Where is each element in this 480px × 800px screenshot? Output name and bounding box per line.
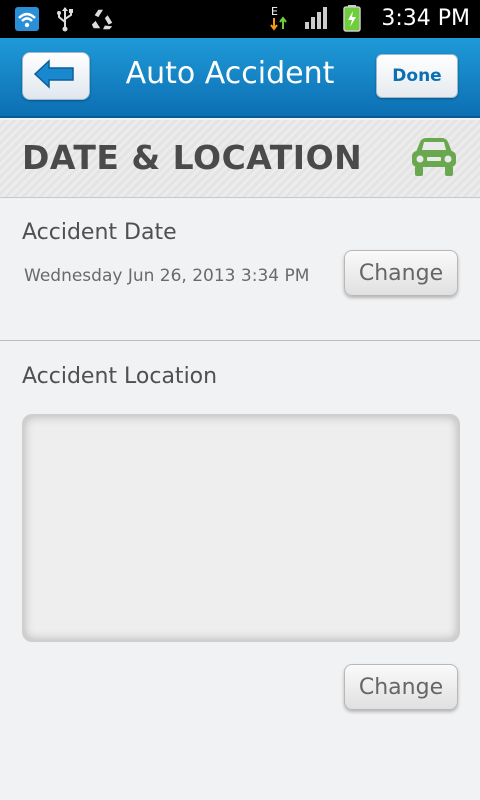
location-map-box[interactable] [22,414,460,642]
divider [0,340,480,341]
change-location-button[interactable]: Change [344,664,458,710]
edge-data-icon: E [267,4,293,32]
recycle-icon [90,5,116,33]
wifi-icon [14,5,40,33]
signal-icon [303,4,329,32]
accident-location-label: Accident Location [22,364,218,389]
app-header: Auto Accident Done [0,38,480,118]
usb-icon [52,5,78,33]
battery-charging-icon [339,4,365,32]
status-time: 3:34 PM [381,5,470,31]
svg-text:E: E [271,5,278,18]
page-title: Auto Accident [125,56,335,91]
status-bar-right: E 3:34 PM [267,4,470,32]
change-date-button[interactable]: Change [344,250,458,296]
section-header: DATE & LOCATION [0,120,480,198]
car-icon [410,136,458,180]
accident-date-label: Accident Date [22,220,177,245]
accident-date-value: Wednesday Jun 26, 2013 3:34 PM [24,266,310,286]
status-bar: E 3:34 PM [0,0,480,38]
status-bar-left [14,5,116,33]
section-title: DATE & LOCATION [22,138,363,177]
back-button[interactable] [22,52,90,100]
arrow-left-icon [33,59,79,93]
done-button[interactable]: Done [376,54,458,98]
